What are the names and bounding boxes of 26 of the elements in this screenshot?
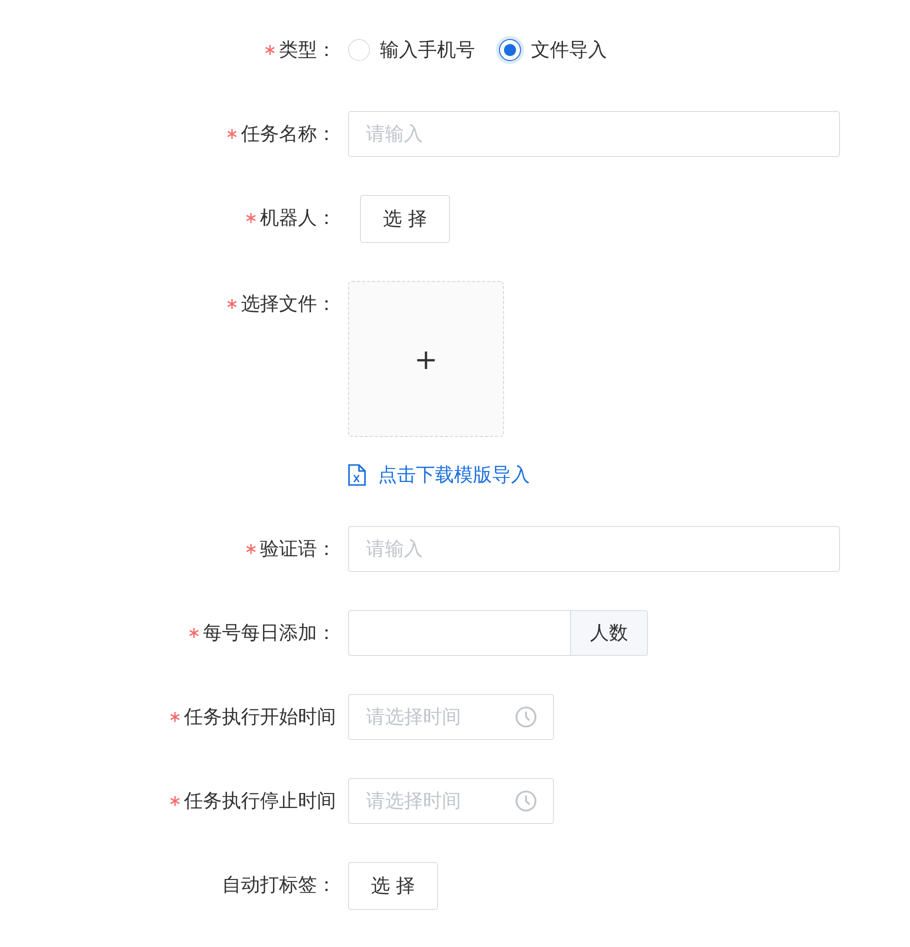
radio-option[interactable]: 文件导入 <box>499 37 607 63</box>
plus-icon: + <box>414 342 438 376</box>
field-label: 类型： <box>279 38 336 63</box>
field-label: 选择文件： <box>241 292 336 317</box>
clock-icon <box>515 706 537 728</box>
upload-area[interactable]: + <box>348 281 504 437</box>
text-field[interactable]: 请输入 <box>348 526 840 572</box>
number-field[interactable] <box>348 610 571 656</box>
field-label: 任务执行开始时间 <box>184 705 336 730</box>
select-button[interactable]: 选 择 <box>348 862 438 910</box>
radio-button[interactable] <box>499 39 521 61</box>
spreadsheet-file-icon <box>348 464 366 486</box>
field-label: 任务执行停止时间 <box>184 789 336 814</box>
field-label: 验证语： <box>260 537 336 562</box>
field-label: 每号每日添加： <box>203 621 336 646</box>
field-label: 机器人： <box>260 206 336 231</box>
clock-icon <box>515 790 537 812</box>
time-picker[interactable]: 请选择时间 <box>348 778 554 824</box>
time-picker[interactable]: 请选择时间 <box>348 694 554 740</box>
radio-option[interactable]: 输入手机号 <box>348 37 475 63</box>
select-button[interactable]: 选 择 <box>360 195 450 243</box>
unit-label: 人数 <box>571 610 648 656</box>
field-label: 任务名称： <box>241 122 336 147</box>
text-field[interactable]: 请输入 <box>348 111 840 157</box>
field-label: 自动打标签： <box>222 873 336 898</box>
download-template-link[interactable]: 点击下载模版导入 <box>348 462 530 488</box>
